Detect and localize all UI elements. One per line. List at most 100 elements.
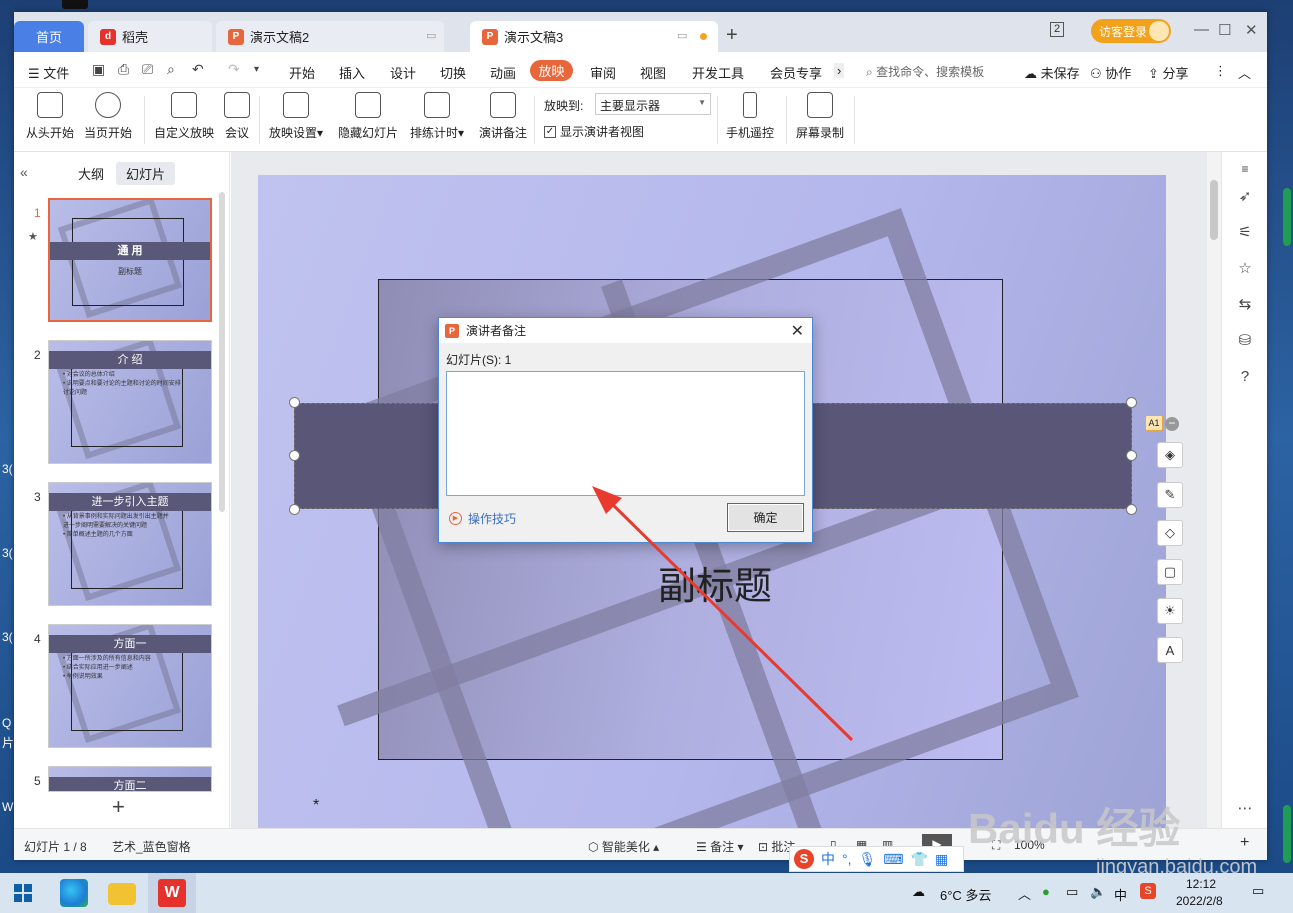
file-menu[interactable]: ☰ 文件 [28, 63, 69, 82]
toolbox-icon[interactable]: ▦ [935, 851, 948, 868]
fill-icon[interactable]: ◇ [1157, 520, 1183, 546]
zoom-in-button[interactable]: + [1240, 834, 1249, 852]
new-tab-button[interactable]: + [726, 24, 738, 47]
slide-thumbnail-5[interactable]: 方面二 [48, 766, 212, 792]
pen-icon[interactable]: ✎ [1157, 482, 1183, 508]
slide-thumbnail-3[interactable]: 进一步引入主题 • 从背景事例和实际问题出发引出主题并 进一步阐明需要解决的关键… [48, 482, 212, 606]
rehearse-timing-button[interactable]: 排练计时▾ [410, 92, 464, 141]
rocket-icon[interactable]: ➶ [1236, 188, 1254, 206]
print-icon[interactable]: ⎚ [142, 61, 153, 78]
tab-outline[interactable]: 大纲 [78, 164, 104, 183]
undo-icon[interactable]: ↶ [192, 61, 204, 78]
save-icon[interactable]: ▣ [92, 61, 105, 78]
transition-icon[interactable]: ⇆ [1236, 296, 1254, 314]
input-language[interactable]: 中 [1114, 885, 1127, 904]
sogou-icon[interactable]: S [794, 849, 814, 869]
text-format-icon[interactable]: A [1157, 637, 1183, 663]
network-icon[interactable]: ▭ [1066, 884, 1078, 900]
redo-icon[interactable]: ↷ [228, 61, 240, 78]
add-slide-button[interactable]: + [112, 794, 125, 820]
menu-member[interactable]: 会员专享 [770, 63, 822, 82]
tips-link[interactable]: ▶ 操作技巧 [449, 510, 516, 527]
maximize-icon[interactable]: ☐ [1218, 21, 1231, 39]
clock-date[interactable]: 2022/2/8 [1176, 894, 1223, 908]
custom-show-button[interactable]: 自定义放映 [154, 92, 214, 141]
desktop-scrollbar[interactable] [1283, 188, 1291, 246]
microphone-icon[interactable]: 🎙 [859, 851, 877, 868]
tab-daoke[interactable]: d 稻壳 [88, 21, 212, 52]
ime-mode[interactable]: 中 [821, 849, 835, 869]
volume-icon[interactable]: 🔈 [1090, 884, 1106, 900]
more-options-icon[interactable]: ⋮ [1214, 63, 1227, 79]
hide-slide-button[interactable]: 隐藏幻灯片 [338, 92, 398, 141]
panel-scrollbar[interactable] [219, 192, 225, 512]
menu-more-chevron-icon[interactable]: › [834, 63, 845, 78]
layers-icon[interactable]: ◈ [1157, 442, 1183, 468]
menu-icon[interactable]: ≡ [1236, 160, 1254, 178]
share-button[interactable]: ⇪ 分享 [1148, 63, 1189, 82]
resize-handle[interactable] [289, 450, 300, 461]
menu-developer[interactable]: 开发工具 [692, 63, 744, 82]
meeting-button[interactable]: 会议 [224, 92, 250, 141]
close-icon[interactable]: ✕ [791, 321, 804, 341]
speaker-notes-button[interactable]: 演讲备注 [479, 92, 527, 141]
pin-icon[interactable]: ☆ [1236, 260, 1254, 278]
close-icon[interactable]: ✕ [1245, 21, 1258, 39]
presenter-view-checkbox[interactable]: ✓ 显示演讲者视图 [544, 123, 644, 140]
keyboard-icon[interactable]: ⌨ [883, 851, 903, 868]
tab-document-2[interactable]: P 演示文稿2 ▭ [216, 21, 444, 52]
play-from-start-button[interactable]: 从头开始 [26, 92, 74, 141]
tray-chevron-icon[interactable]: ︿ [1018, 884, 1031, 903]
backup-icon[interactable]: ⛁ [1236, 332, 1254, 350]
notification-icon[interactable]: ▭ [1252, 883, 1264, 899]
punctuation-icon[interactable]: °, [842, 851, 852, 867]
collapse-ribbon-icon[interactable]: ︿ [1238, 63, 1251, 82]
slide-thumbnail-2[interactable]: 介 绍 • 对会议的总体介绍 • 说明要点和要讨论的主题和讨论的时间安排 讨论问… [48, 340, 212, 464]
collaborate-button[interactable]: ⚇ 协作 [1090, 63, 1131, 82]
chevron-down-icon[interactable]: ▾ [254, 64, 259, 75]
cloud-unsaved-button[interactable]: ☁ 未保存 [1024, 63, 1080, 82]
collapse-panel-icon[interactable]: « [20, 164, 28, 180]
minus-icon[interactable]: − [1165, 417, 1179, 431]
show-settings-button[interactable]: 放映设置▾ [269, 92, 323, 141]
slide-thumbnail-4[interactable]: 方面一 • 方面一所涉及的所有信息和内容 • 结合实际应用进一步阐述 • 举例说… [48, 624, 212, 748]
project-to-select[interactable]: 主要显示器 ▼ [595, 93, 711, 115]
resize-handle[interactable] [289, 504, 300, 515]
security-icon[interactable]: ● [1042, 884, 1050, 899]
weather-text[interactable]: 6°C 多云 [940, 885, 991, 904]
resize-handle[interactable] [1126, 450, 1137, 461]
export-pdf-icon[interactable]: ⎙ [118, 61, 129, 78]
slide-thumbnail-1[interactable]: 通 用 副标题 [48, 198, 212, 322]
resize-handle[interactable] [1126, 504, 1137, 515]
menu-design[interactable]: 设计 [390, 63, 416, 82]
more-icon[interactable]: ⋯ [1236, 800, 1254, 818]
screen-record-button[interactable]: 屏幕录制 [796, 92, 844, 141]
menu-start[interactable]: 开始 [289, 63, 315, 82]
wps-taskbar-button[interactable]: W [148, 873, 196, 913]
notes-textarea[interactable] [446, 371, 805, 496]
file-explorer-icon[interactable] [108, 883, 136, 905]
windows-start-icon[interactable] [14, 884, 32, 902]
a1-badge[interactable]: A1 [1145, 415, 1163, 431]
tab-slides[interactable]: 幻灯片 [116, 162, 176, 185]
print-preview-icon[interactable]: ⌕ [167, 61, 175, 78]
subtitle-text[interactable]: 副标题 [658, 555, 772, 610]
tab-home[interactable]: 首页 [14, 21, 84, 52]
menu-transition[interactable]: 切换 [440, 63, 466, 82]
weather-icon[interactable]: ☁ [912, 884, 925, 900]
bulb-icon[interactable]: ☀ [1157, 598, 1183, 624]
sliders-icon[interactable]: ⚟ [1236, 224, 1254, 242]
scroll-thumb[interactable] [1210, 180, 1218, 240]
resize-handle[interactable] [289, 397, 300, 408]
login-button[interactable]: 访客登录 [1091, 19, 1171, 43]
minimize-icon[interactable]: — [1194, 21, 1209, 38]
sogou-tray-icon[interactable]: S [1140, 883, 1156, 899]
help-icon[interactable]: ? [1236, 368, 1254, 386]
menu-review[interactable]: 审阅 [590, 63, 616, 82]
play-from-current-button[interactable]: 当页开始 [84, 92, 132, 141]
editor-scrollbar[interactable] [1207, 152, 1221, 828]
border-icon[interactable]: ▢ [1157, 559, 1183, 585]
skin-icon[interactable]: 👕 [911, 851, 928, 868]
menu-slideshow[interactable]: 放映 [530, 60, 573, 81]
clock-time[interactable]: 12:12 [1186, 877, 1216, 891]
